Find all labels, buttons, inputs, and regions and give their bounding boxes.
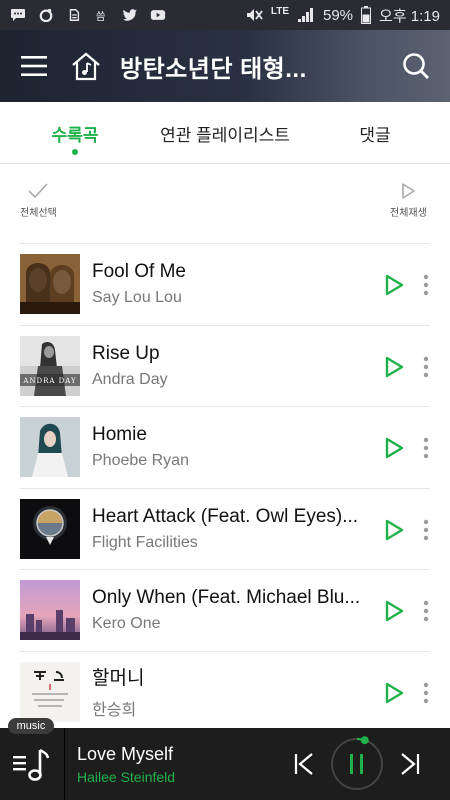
track-artist: Say Lou Lou — [92, 289, 182, 307]
previous-icon[interactable] — [293, 752, 315, 776]
album-art-text: ANDRA DAY — [22, 377, 76, 385]
track-row[interactable]: 할머니 한승희 — [20, 650, 430, 733]
header: 방탄소년단 태형... — [0, 30, 450, 102]
track-title: Homie — [92, 424, 147, 446]
track-row[interactable]: Homie Phoebe Ryan — [20, 406, 430, 488]
playlist-icon[interactable] — [12, 744, 52, 784]
play-all-button[interactable]: 전체재생 — [390, 182, 427, 219]
chat-icon — [11, 9, 25, 21]
tab-label: 연관 플레이리스트 — [160, 125, 290, 145]
twitter-icon — [122, 9, 137, 21]
list-actions: 전체선택 전체재생 — [0, 164, 450, 242]
album-art: ANDRA DAY — [20, 335, 80, 396]
youtube-icon — [150, 10, 166, 20]
tab-tracks[interactable]: 수록곡 — [0, 102, 150, 164]
system-icons: LTE 59% 오후 1:19 — [245, 5, 440, 26]
play-all-label: 전체재생 — [390, 208, 427, 219]
lte-label: LTE — [270, 5, 289, 17]
music-tag: music — [8, 718, 54, 734]
album-art — [20, 254, 80, 315]
track-row[interactable]: ANDRA DAY Rise Up Andra Day — [20, 324, 430, 407]
now-playing-artist: Hailee Steinfeld — [77, 768, 176, 785]
more-options-icon[interactable] — [422, 437, 430, 459]
play-icon[interactable] — [384, 600, 404, 622]
home-button[interactable] — [66, 46, 106, 86]
more-options-icon[interactable] — [422, 274, 430, 296]
track-artist: Flight Facilities — [92, 533, 198, 551]
more-options-icon[interactable] — [422, 519, 430, 541]
tab-label: 수록곡 — [51, 125, 99, 145]
tab-comments[interactable]: 댓글 — [300, 102, 450, 164]
play-icon[interactable] — [384, 519, 404, 541]
now-playing-title: Love Myself — [77, 743, 174, 764]
album-art — [20, 580, 80, 641]
menu-button[interactable] — [14, 46, 54, 86]
select-all-label: 전체선택 — [20, 208, 57, 219]
player-divider — [64, 728, 65, 800]
signal-icon — [298, 8, 313, 22]
play-icon[interactable] — [384, 682, 404, 704]
play-icon[interactable] — [384, 437, 404, 459]
notification-icons: 씀 — [10, 8, 245, 22]
track-row[interactable]: Fool Of Me Say Lou Lou — [20, 243, 430, 325]
pause-button[interactable] — [329, 736, 385, 792]
more-options-icon[interactable] — [422, 682, 430, 704]
track-list: Fool Of Me Say Lou Lou ANDRA DAY Rise Up… — [20, 243, 430, 732]
battery-icon — [361, 6, 372, 24]
track-title: Fool Of Me — [92, 261, 186, 283]
next-icon[interactable] — [399, 752, 421, 776]
now-playing[interactable]: Love Myself Hailee Steinfeld — [77, 744, 277, 785]
track-artist: Phoebe Ryan — [92, 452, 189, 470]
search-icon — [403, 53, 429, 79]
pause-icon — [350, 754, 363, 774]
track-artist: Andra Day — [92, 370, 168, 388]
tab-label: 댓글 — [359, 125, 391, 145]
svg-text:씀: 씀 — [96, 10, 106, 22]
mini-player[interactable]: Love Myself Hailee Steinfeld — [0, 728, 450, 800]
play-outline-icon — [402, 183, 416, 199]
track-artist: 한승희 — [92, 702, 137, 720]
track-artist: Kero One — [92, 615, 161, 633]
clock: 오후 1:19 — [379, 7, 440, 25]
record-icon — [39, 8, 53, 22]
track-title: Only When (Feat. Michael Blu... — [92, 587, 361, 609]
sync-icon: 씀 — [96, 10, 106, 22]
select-all-button[interactable]: 전체선택 — [20, 182, 57, 219]
track-title: Rise Up — [92, 342, 160, 364]
page-title: 방탄소년단 태형... — [120, 55, 307, 83]
active-tab-indicator — [72, 149, 78, 155]
track-title: Heart Attack (Feat. Owl Eyes)... — [92, 505, 359, 527]
tab-related-playlists[interactable]: 연관 플레이리스트 — [150, 102, 300, 164]
track-row[interactable]: Only When (Feat. Michael Blu... Kero One — [20, 569, 430, 651]
play-icon[interactable] — [384, 356, 404, 378]
album-art — [20, 417, 80, 478]
hamburger-icon — [21, 56, 47, 76]
album-art — [20, 661, 80, 722]
status-bar: 씀 LTE 59% 오후 1:19 — [0, 0, 450, 30]
play-icon[interactable] — [384, 274, 404, 296]
more-options-icon[interactable] — [422, 600, 430, 622]
track-title: 할머니 — [92, 668, 145, 690]
music-home-icon — [72, 52, 100, 81]
file-icon — [69, 9, 80, 21]
album-art — [20, 498, 80, 559]
track-row[interactable]: Heart Attack (Feat. Owl Eyes)... Flight … — [20, 487, 430, 570]
mute-icon — [246, 9, 263, 21]
tab-bar: 수록곡 연관 플레이리스트 댓글 — [0, 102, 450, 164]
battery-percent: 59% — [323, 6, 354, 24]
search-button[interactable] — [396, 46, 436, 86]
more-options-icon[interactable] — [422, 356, 430, 378]
check-icon — [28, 183, 48, 199]
